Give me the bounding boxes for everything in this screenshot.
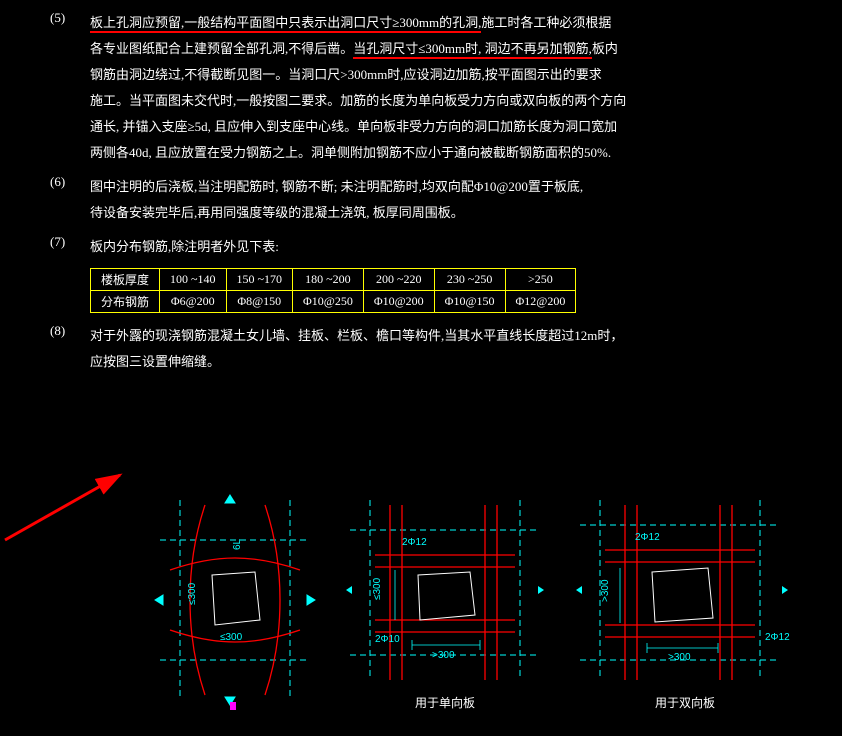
item-text: 对于外露的现浇钢筋混凝土女儿墙、挂板、栏板、檐口等构件,当其水平直线长度超过12… <box>90 323 792 375</box>
item-8: (8) 对于外露的现浇钢筋混凝土女儿墙、挂板、栏板、檐口等构件,当其水平直线长度… <box>50 323 792 375</box>
cell: 分布钢筋 <box>91 291 160 313</box>
cell: 180 ~200 <box>293 269 364 291</box>
plain-text: 各专业图纸配合上建预留全部孔洞,不得后凿。 <box>90 41 353 56</box>
diagram-svg: 2Φ12 2Φ10 >300 ≤300 <box>340 490 550 690</box>
plain-text: 钢筋由洞边绕过,不得截断见图一。当洞口尺>300mm时,应设洞边加筋,按平面图示… <box>90 67 602 82</box>
plain-text: 应按图三设置伸缩缝。 <box>90 354 220 369</box>
spec-content: (5) 板上孔洞应预留,一般结构平面图中只表示出洞口尺寸≥300mm的孔洞,施工… <box>0 0 842 393</box>
diagram-1: ≤300 ≤300 6L <box>150 490 320 711</box>
underlined-text: 一般结构平面图中只表示出洞口尺寸≥300mm的孔洞, <box>184 15 481 33</box>
cell: Φ10@250 <box>293 291 364 313</box>
plain-text: 施工。当平面图未交代时,一般按图二要求。加筋的长度为单向板受力方向或双向板的两个… <box>90 93 626 108</box>
item-num: (6) <box>50 174 90 226</box>
diagram-label: 用于双向板 <box>570 694 800 711</box>
diagram-svg: ≤300 ≤300 6L <box>150 490 320 710</box>
dim-text: ≤300 <box>372 577 383 600</box>
cell: 楼板厚度 <box>91 269 160 291</box>
plain-text: 通长, 并锚入支座≥5d, 且应伸入到支座中心线。单向板非受力方向的洞口加筋长度… <box>90 119 617 134</box>
cell: 150 ~170 <box>226 269 293 291</box>
item-6: (6) 图中注明的后浇板,当注明配筋时, 钢筋不断; 未注明配筋时,均双向配Φ1… <box>50 174 792 226</box>
cell: Φ8@150 <box>226 291 293 313</box>
item-text: 板上孔洞应预留,一般结构平面图中只表示出洞口尺寸≥300mm的孔洞,施工时各工种… <box>90 10 792 166</box>
plain-text: 对于外露的现浇钢筋混凝土女儿墙、挂板、栏板、檐口等构件,当其水平直线长度超过12… <box>90 328 623 343</box>
item-text: 图中注明的后浇板,当注明配筋时, 钢筋不断; 未注明配筋时,均双向配Φ10@20… <box>90 174 792 226</box>
diagram-3: 2Φ12 2Φ12 >300 >300 用于双向板 <box>570 490 800 711</box>
marker-icon <box>230 702 236 710</box>
dim-text: 2Φ12 <box>402 537 427 548</box>
dim-text: >300 <box>668 652 691 663</box>
diagram-2: 2Φ12 2Φ10 >300 ≤300 用于单向板 <box>340 490 550 711</box>
dim-text: 2Φ10 <box>375 634 400 645</box>
plain-text: 施工时各工种必须根据 <box>481 15 611 30</box>
underlined-text: 板上孔洞应预留, <box>90 15 184 33</box>
item-5: (5) 板上孔洞应预留,一般结构平面图中只表示出洞口尺寸≥300mm的孔洞,施工… <box>50 10 792 166</box>
cell: Φ10@150 <box>434 291 505 313</box>
dim-text: 2Φ12 <box>765 632 790 643</box>
cell: 100 ~140 <box>160 269 227 291</box>
diagrams-row: ≤300 ≤300 6L <box>150 490 800 711</box>
rebar-table: 楼板厚度 100 ~140 150 ~170 180 ~200 200 ~220… <box>90 268 576 313</box>
dim-text: 2Φ12 <box>635 532 660 543</box>
cell: >250 <box>505 269 576 291</box>
cell: 200 ~220 <box>363 269 434 291</box>
item-7: (7) 板内分布钢筋,除注明者外见下表: <box>50 234 792 260</box>
table-row: 分布钢筋 Φ6@200 Φ8@150 Φ10@250 Φ10@200 Φ10@1… <box>91 291 576 313</box>
dim-text: >300 <box>600 579 611 602</box>
item-num: (5) <box>50 10 90 166</box>
diagram-label: 用于单向板 <box>340 694 550 711</box>
dim-text: >300 <box>432 650 455 661</box>
table-row: 楼板厚度 100 ~140 150 ~170 180 ~200 200 ~220… <box>91 269 576 291</box>
item-text: 板内分布钢筋,除注明者外见下表: <box>90 234 792 260</box>
cell: Φ12@200 <box>505 291 576 313</box>
item-num: (7) <box>50 234 90 260</box>
cell: Φ6@200 <box>160 291 227 313</box>
plain-text: 待设备安装完毕后,再用同强度等级的混凝土浇筑, 板厚同周围板。 <box>90 205 464 220</box>
plain-text: 两侧各40d, 且应放置在受力钢筋之上。洞单侧附加钢筋不应小于通向被截断钢筋面积… <box>90 145 611 160</box>
cell: Φ10@200 <box>363 291 434 313</box>
underlined-text: 当孔洞尺寸≤300mm时, 洞边不再另加钢筋, <box>353 41 592 59</box>
diagram-svg: 2Φ12 2Φ12 >300 >300 <box>570 490 800 690</box>
plain-text: 图中注明的后浇板,当注明配筋时, 钢筋不断; 未注明配筋时,均双向配Φ10@20… <box>90 179 583 194</box>
plain-text: 板内 <box>592 41 618 56</box>
dim-text: 6L <box>232 538 243 550</box>
plain-text: 板内分布钢筋,除注明者外见下表: <box>90 239 279 254</box>
cell: 230 ~250 <box>434 269 505 291</box>
item-num: (8) <box>50 323 90 375</box>
dim-text: ≤300 <box>220 632 243 643</box>
arrow-annotation-icon <box>0 465 130 545</box>
dim-text: ≤300 <box>187 582 198 605</box>
